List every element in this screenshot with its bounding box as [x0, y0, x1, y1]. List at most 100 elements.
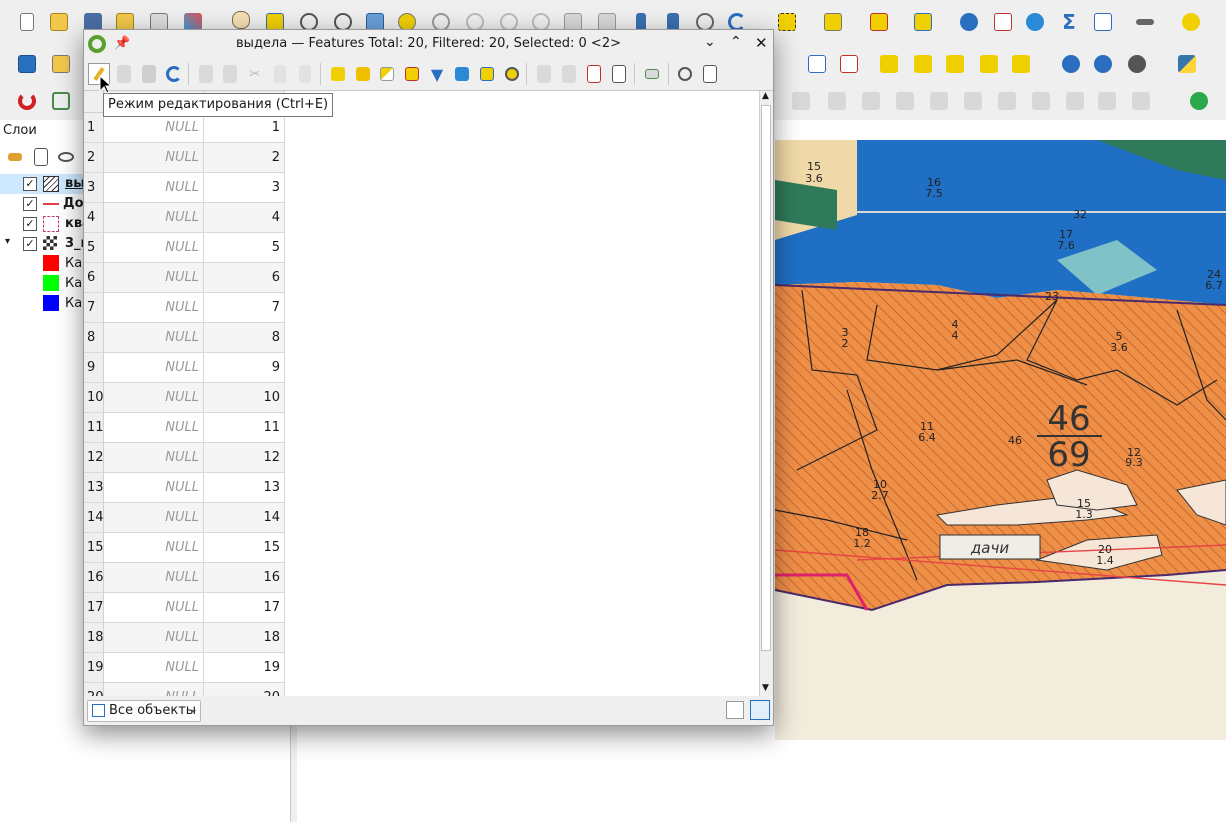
digitize-9-icon[interactable] — [1064, 90, 1086, 112]
cell-value[interactable]: 7 — [204, 293, 285, 323]
deselect-icon[interactable] — [868, 11, 890, 33]
digitize-5-icon[interactable] — [928, 90, 950, 112]
attribute-table-icon[interactable] — [992, 11, 1014, 33]
row-header[interactable]: 12 — [84, 443, 104, 473]
row-header[interactable]: 20 — [84, 683, 104, 697]
reload-icon[interactable] — [163, 63, 185, 85]
cell-value[interactable]: 9 — [204, 353, 285, 383]
row-header[interactable]: 5 — [84, 233, 104, 263]
table-row[interactable]: 4 NULL 4 — [84, 203, 760, 233]
digitize-6-icon[interactable] — [962, 90, 984, 112]
table-row[interactable]: 7 NULL 7 — [84, 293, 760, 323]
cell-null[interactable]: NULL — [104, 563, 204, 593]
cell-value[interactable]: 16 — [204, 563, 285, 593]
move-selection-top-icon[interactable] — [451, 63, 473, 85]
digitize-10-icon[interactable] — [1096, 90, 1118, 112]
row-header[interactable]: 13 — [84, 473, 104, 503]
row-header[interactable]: 14 — [84, 503, 104, 533]
layer-visibility-checkbox[interactable]: ✓ — [23, 237, 37, 251]
row-header[interactable]: 7 — [84, 293, 104, 323]
label-abc-icon[interactable] — [838, 53, 860, 75]
filter-icon[interactable]: ▼ — [426, 63, 448, 85]
scroll-thumb[interactable] — [761, 105, 771, 651]
table-row[interactable]: 18 NULL 18 — [84, 623, 760, 653]
digitize-3-icon[interactable] — [860, 90, 882, 112]
minimize-chevron-icon[interactable]: ⌄ — [704, 34, 716, 50]
map-tips-icon[interactable] — [1180, 11, 1202, 33]
measure-icon[interactable] — [1134, 11, 1156, 33]
table-row[interactable]: 5 NULL 5 — [84, 233, 760, 263]
collapse-arrow-icon[interactable]: ▾ — [5, 236, 10, 247]
label-pin-icon[interactable] — [878, 53, 900, 75]
digitize-2-icon[interactable] — [826, 90, 848, 112]
python-icon[interactable] — [1176, 53, 1198, 75]
cell-value[interactable]: 15 — [204, 533, 285, 563]
new-project-icon[interactable] — [16, 11, 38, 33]
cell-null[interactable]: NULL — [104, 323, 204, 353]
attribute-table-grid[interactable]: 1 NULL 1 2 NULL 2 3 NULL 3 4 NULL 4 5 NULL 5 6 NULL 6 7 NUL… — [84, 90, 773, 697]
cell-null[interactable]: NULL — [104, 413, 204, 443]
processing-toolbox-icon[interactable] — [1024, 11, 1046, 33]
table-row[interactable]: 19 NULL 19 — [84, 653, 760, 683]
maximize-chevron-icon[interactable]: ⌃ — [730, 34, 742, 50]
dock-icon[interactable] — [674, 63, 696, 85]
layer-visibility-checkbox[interactable]: ✓ — [23, 177, 37, 191]
filter-dropdown[interactable]: Все объекты ⌄ — [87, 700, 201, 722]
cell-null[interactable]: NULL — [104, 623, 204, 653]
cell-null[interactable]: NULL — [104, 353, 204, 383]
row-header[interactable]: 4 — [84, 203, 104, 233]
row-header[interactable]: 1 — [84, 113, 104, 143]
table-row[interactable]: 3 NULL 3 — [84, 173, 760, 203]
share-icon[interactable] — [1188, 90, 1210, 112]
cell-value[interactable]: 1 — [204, 113, 285, 143]
cell-value[interactable]: 3 — [204, 173, 285, 203]
cell-value[interactable]: 2 — [204, 143, 285, 173]
cell-value[interactable]: 5 — [204, 233, 285, 263]
conditional-formatting-icon[interactable] — [608, 63, 630, 85]
cell-null[interactable]: NULL — [104, 113, 204, 143]
select-by-expression-icon[interactable] — [327, 63, 349, 85]
cell-null[interactable]: NULL — [104, 503, 204, 533]
cell-value[interactable]: 17 — [204, 593, 285, 623]
pan-to-selected-icon[interactable] — [476, 63, 498, 85]
cell-value[interactable]: 4 — [204, 203, 285, 233]
cell-null[interactable]: NULL — [104, 683, 204, 697]
digitize-1-icon[interactable] — [790, 90, 812, 112]
table-row[interactable]: 12 NULL 12 — [84, 443, 760, 473]
row-header[interactable]: 6 — [84, 263, 104, 293]
globe-add-icon[interactable] — [1060, 53, 1082, 75]
add-group-icon[interactable] — [30, 146, 52, 168]
table-view-icon[interactable] — [750, 700, 770, 720]
cell-value[interactable]: 14 — [204, 503, 285, 533]
organize-columns-icon[interactable] — [699, 63, 721, 85]
move-feature-icon[interactable] — [912, 11, 934, 33]
label-show-icon[interactable] — [912, 53, 934, 75]
cell-null[interactable]: NULL — [104, 443, 204, 473]
cell-null[interactable]: NULL — [104, 473, 204, 503]
style-panel-icon[interactable] — [4, 146, 26, 168]
cell-null[interactable]: NULL — [104, 293, 204, 323]
table-row[interactable]: 13 NULL 13 — [84, 473, 760, 503]
table-row[interactable]: 14 NULL 14 — [84, 503, 760, 533]
deselect-all-icon[interactable] — [401, 63, 423, 85]
label-tool-icon[interactable] — [806, 53, 828, 75]
row-header[interactable]: 16 — [84, 563, 104, 593]
cell-null[interactable]: NULL — [104, 233, 204, 263]
table-row[interactable]: 1 NULL 1 — [84, 113, 760, 143]
cell-null[interactable]: NULL — [104, 203, 204, 233]
field-calculator-icon[interactable] — [583, 63, 605, 85]
close-icon[interactable]: ✕ — [755, 34, 768, 52]
form-view-icon[interactable] — [726, 701, 744, 719]
globe-settings-icon[interactable] — [1126, 53, 1148, 75]
row-header[interactable]: 2 — [84, 143, 104, 173]
cell-value[interactable]: 10 — [204, 383, 285, 413]
cell-value[interactable]: 13 — [204, 473, 285, 503]
digitize-4-icon[interactable] — [894, 90, 916, 112]
label-rotate-icon[interactable] — [978, 53, 1000, 75]
select-all-icon[interactable] — [352, 63, 374, 85]
table-row[interactable]: 20NULL20 — [84, 683, 760, 697]
row-header[interactable]: 18 — [84, 623, 104, 653]
table-row[interactable]: 10 NULL 10 — [84, 383, 760, 413]
globe-search-icon[interactable] — [1092, 53, 1114, 75]
actions-icon[interactable] — [641, 63, 663, 85]
